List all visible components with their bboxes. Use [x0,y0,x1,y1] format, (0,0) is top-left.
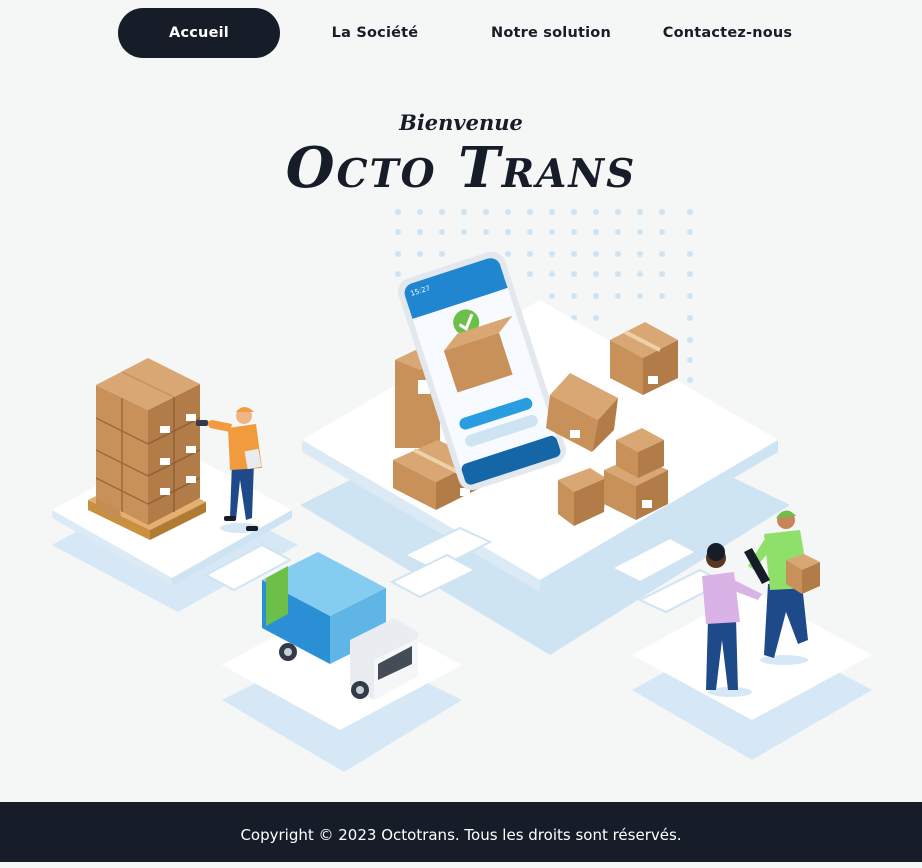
nav-accueil[interactable]: Accueil [118,8,280,58]
footer: Copyright © 2023 Octotrans. Tous les dro… [0,802,922,862]
pallet-boxes [88,358,206,540]
footer-copyright: Copyright © 2023 Octotrans. Tous les dro… [240,826,682,844]
nav-contactez-nous[interactable]: Contactez-nous [650,8,805,58]
nav-notre-solution[interactable]: Notre solution [472,8,630,58]
logistics-illustration: 15:27 [52,209,872,772]
hero-subtitle: Bienvenue [399,110,523,135]
nav-la-societe[interactable]: La Société [300,8,450,58]
main-nav: Accueil La Société Notre solution Contac… [0,8,922,58]
right-platform [632,590,872,760]
